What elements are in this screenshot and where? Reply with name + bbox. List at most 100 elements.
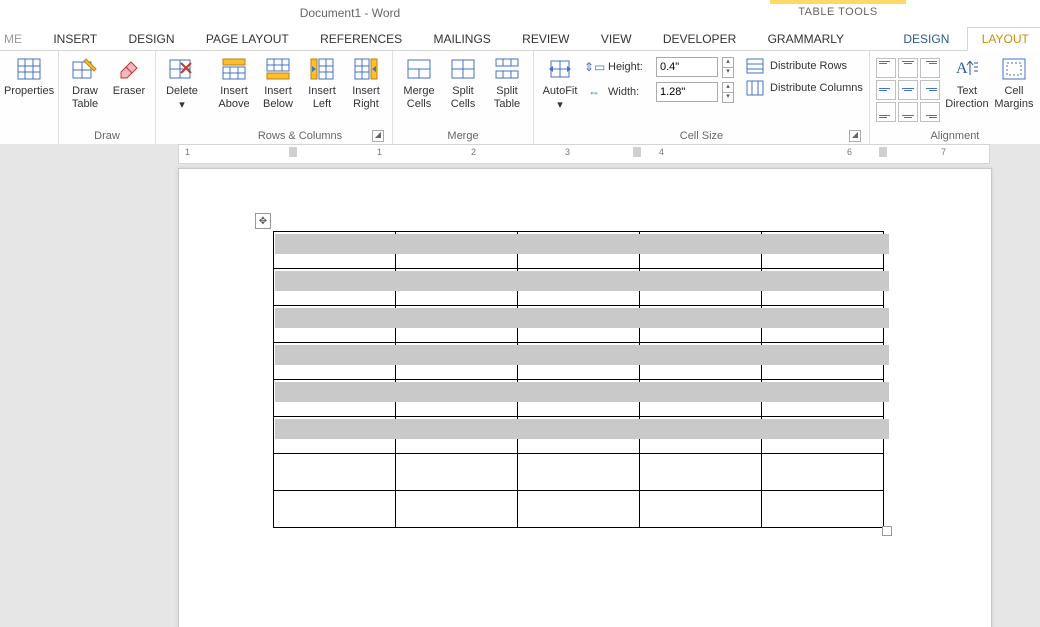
align-mid-center[interactable] [898,80,918,100]
table-cell[interactable] [640,269,762,306]
height-label: Height: [608,61,652,73]
dialog-launcher-icon[interactable]: ◢ [372,130,384,142]
table-row[interactable] [274,454,884,491]
align-bot-center[interactable] [898,102,918,122]
table-cell[interactable] [518,269,640,306]
table-cell[interactable] [274,454,396,491]
tab-review[interactable]: REVIEW [508,28,583,50]
insert-left-button[interactable]: Insert Left [302,54,342,111]
split-table-button[interactable]: Split Table [487,54,527,111]
tab-grammarly[interactable]: GRAMMARLY [754,28,858,50]
table-cell[interactable] [518,343,640,380]
align-top-right[interactable] [920,58,940,78]
table-cell[interactable] [518,232,640,269]
table-row[interactable] [274,343,884,380]
table-cell[interactable] [396,491,518,528]
table-cell[interactable] [274,306,396,343]
table-cell[interactable] [762,306,884,343]
table-cell[interactable] [640,343,762,380]
table-cell[interactable] [396,454,518,491]
table-cell[interactable] [518,306,640,343]
table-cell[interactable] [518,491,640,528]
tab-table-design[interactable]: DESIGN [889,28,963,50]
table-cell[interactable] [518,454,640,491]
table-cell[interactable] [640,454,762,491]
properties-button[interactable]: Properties [6,54,52,98]
tab-file-partial[interactable]: ME [0,28,36,50]
table-cell[interactable] [396,417,518,454]
document-page[interactable]: ✥ [178,168,992,627]
table-cell[interactable] [274,232,396,269]
tab-insert[interactable]: INSERT [39,28,111,50]
table-cell[interactable] [640,380,762,417]
tab-view[interactable]: VIEW [587,28,646,50]
tab-references[interactable]: REFERENCES [306,28,416,50]
width-input[interactable] [656,82,718,102]
insert-above-button[interactable]: Insert Above [214,54,254,111]
table-cell[interactable] [762,417,884,454]
insert-below-button[interactable]: Insert Below [258,54,298,111]
svg-text:A: A [956,60,968,77]
table-cell[interactable] [396,269,518,306]
tab-mailings[interactable]: MAILINGS [419,28,504,50]
table-cell[interactable] [640,417,762,454]
table-cell[interactable] [274,491,396,528]
height-spinner[interactable]: ▴▾ [722,57,734,77]
insert-col-left-icon [308,56,336,82]
table-cell[interactable] [762,232,884,269]
table-cell[interactable] [274,269,396,306]
table-cell[interactable] [640,306,762,343]
eraser-button[interactable]: Eraser [109,54,149,98]
contextual-tab-label: TABLE TOOLS [770,0,906,18]
table-cell[interactable] [274,343,396,380]
table-cell[interactable] [518,380,640,417]
table-row[interactable] [274,417,884,454]
table-resize-handle[interactable] [882,526,892,536]
table-move-handle[interactable]: ✥ [255,213,271,229]
align-mid-left[interactable] [876,80,896,100]
align-bot-right[interactable] [920,102,940,122]
table-cell[interactable] [274,417,396,454]
table-cell[interactable] [640,491,762,528]
table-cell[interactable] [762,380,884,417]
autofit-button[interactable]: AutoFit ▾ [540,54,580,112]
split-cells-button[interactable]: Split Cells [443,54,483,111]
table-row[interactable] [274,232,884,269]
distribute-rows-button[interactable]: Distribute Rows [746,58,863,74]
align-bot-left[interactable] [876,102,896,122]
height-input[interactable] [656,57,718,77]
tab-page-layout[interactable]: PAGE LAYOUT [192,28,303,50]
draw-table-button[interactable]: Draw Table [65,54,105,111]
table-row[interactable] [274,269,884,306]
tab-table-layout[interactable]: LAYOUT [967,27,1040,51]
align-top-left[interactable] [876,58,896,78]
table-cell[interactable] [396,380,518,417]
dialog-launcher-icon[interactable]: ◢ [849,130,861,142]
table-cell[interactable] [762,269,884,306]
text-direction-button[interactable]: A Text Direction [944,54,990,111]
cell-margins-button[interactable]: Cell Margins [994,54,1034,111]
align-mid-right[interactable] [920,80,940,100]
table-cell[interactable] [396,232,518,269]
table-row[interactable] [274,380,884,417]
align-top-center[interactable] [898,58,918,78]
delete-button[interactable]: Delete ▾ [162,54,202,112]
table-cell[interactable] [274,380,396,417]
horizontal-ruler[interactable]: 1 1 2 3 4 6 7 [178,144,990,164]
table-row[interactable] [274,306,884,343]
table-cell[interactable] [640,232,762,269]
table-row[interactable] [274,491,884,528]
document-table[interactable] [273,231,884,528]
table-cell[interactable] [762,454,884,491]
table-cell[interactable] [518,417,640,454]
merge-cells-button[interactable]: Merge Cells [399,54,439,111]
table-cell[interactable] [762,343,884,380]
table-cell[interactable] [762,491,884,528]
table-cell[interactable] [396,306,518,343]
distribute-columns-button[interactable]: Distribute Columns [746,80,863,96]
insert-right-button[interactable]: Insert Right [346,54,386,111]
table-cell[interactable] [396,343,518,380]
tab-design[interactable]: DESIGN [114,28,188,50]
tab-developer[interactable]: DEVELOPER [649,28,750,50]
width-spinner[interactable]: ▴▾ [722,82,734,102]
